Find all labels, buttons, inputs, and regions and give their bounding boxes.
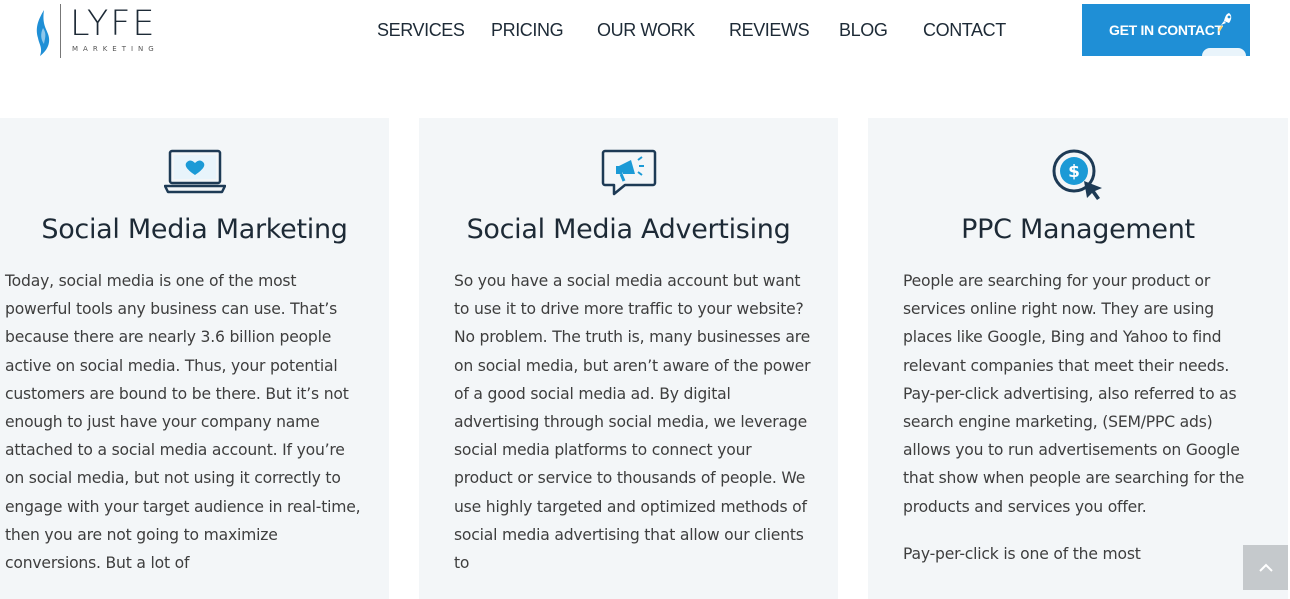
service-paragraph: So you have a social media account but w… <box>454 272 811 573</box>
chevron-up-icon <box>1258 563 1273 572</box>
service-paragraph: Pay-per-click is one of the most <box>903 544 1141 563</box>
rocket-icon <box>1218 13 1232 32</box>
dollar-click-icon: $ <box>1052 149 1102 200</box>
back-to-top-button[interactable] <box>1243 545 1288 590</box>
service-description: So you have a social media account but w… <box>454 267 814 577</box>
service-title: Social Media Marketing <box>41 214 348 245</box>
megaphone-chat-icon <box>601 149 656 196</box>
service-description: People are searching for your product or… <box>903 267 1263 568</box>
brand-logo[interactable]: LYFE MARKETING <box>34 4 164 60</box>
nav-item-services[interactable]: SERVICES <box>377 20 491 41</box>
cta-label: GET IN CONTACT <box>1109 22 1223 38</box>
nav-item-our-work[interactable]: OUR WORK <box>597 20 729 41</box>
nav-item-pricing[interactable]: PRICING <box>491 20 597 41</box>
main-nav: SERVICES PRICING OUR WORK REVIEWS BLOG C… <box>377 20 1023 41</box>
cloud-decoration <box>1202 48 1246 56</box>
service-card-social-media-marketing: Social Media Marketing Today, social med… <box>0 118 389 599</box>
service-card-ppc-management: $ PPC Management People are searching fo… <box>868 118 1288 599</box>
brand-wordmark: LYFE <box>70 4 157 44</box>
laptop-heart-icon <box>163 149 226 194</box>
service-paragraph: People are searching for your product or… <box>903 272 1245 516</box>
flame-icon <box>36 10 50 56</box>
service-title: Social Media Advertising <box>466 214 791 245</box>
nav-item-contact[interactable]: CONTACT <box>923 20 1023 41</box>
site-header: LYFE MARKETING SERVICES PRICING OUR WORK… <box>0 0 1290 62</box>
nav-item-blog[interactable]: BLOG <box>839 20 923 41</box>
logo-divider <box>60 4 61 58</box>
svg-text:$: $ <box>1068 162 1080 182</box>
get-in-contact-button[interactable]: GET IN CONTACT <box>1082 4 1250 56</box>
service-paragraph: Today, social media is one of the most p… <box>5 272 361 573</box>
service-description: Today, social media is one of the most p… <box>5 267 365 577</box>
service-title: PPC Management <box>961 214 1195 245</box>
nav-item-reviews[interactable]: REVIEWS <box>729 20 839 41</box>
service-card-social-media-advertising: Social Media Advertising So you have a s… <box>419 118 838 599</box>
brand-subtitle: MARKETING <box>72 45 159 53</box>
